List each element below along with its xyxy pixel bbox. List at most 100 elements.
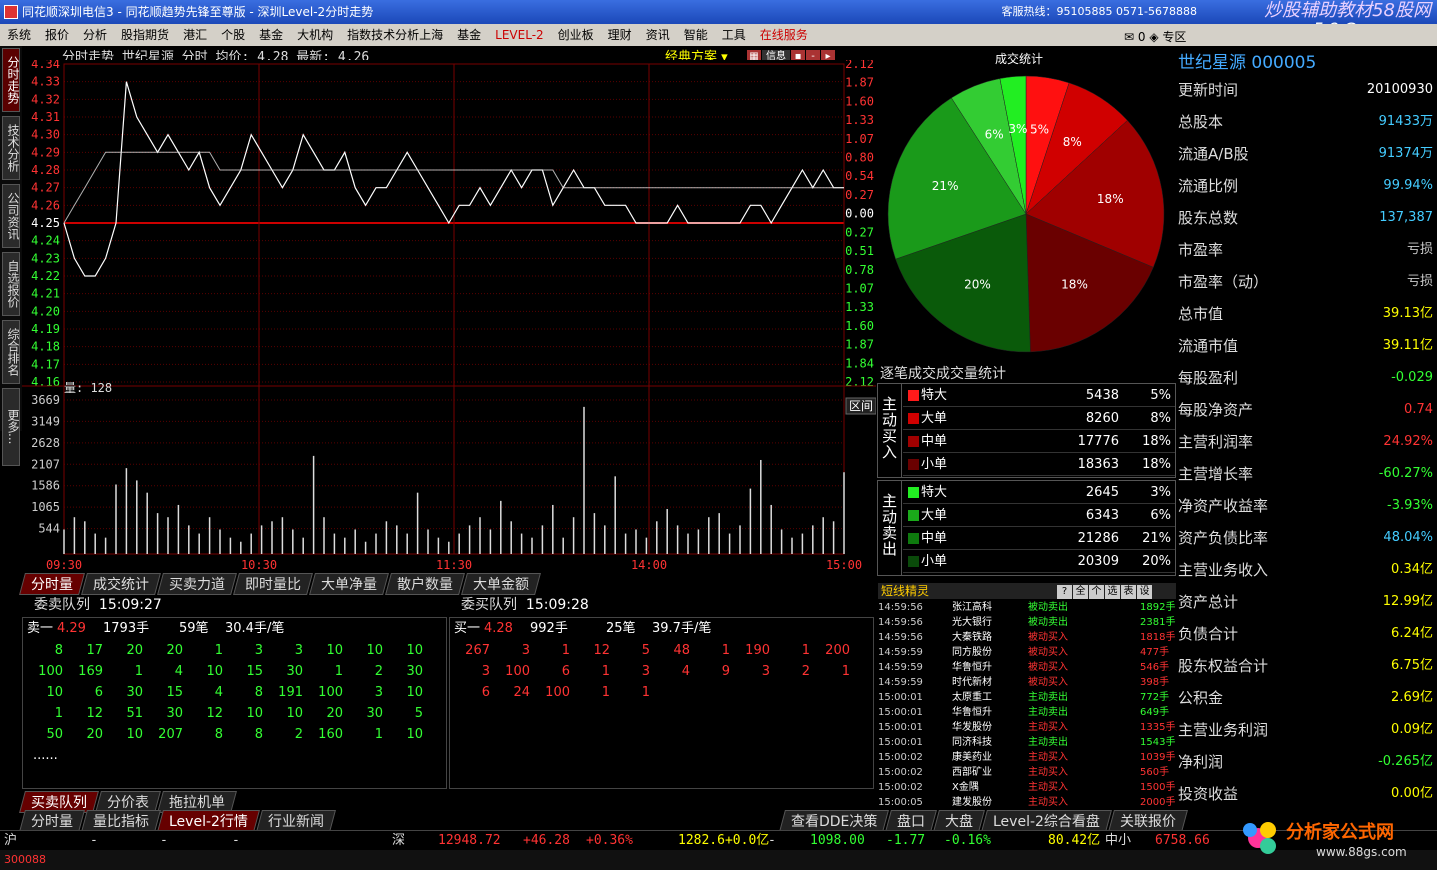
flow-swatch — [908, 390, 919, 401]
tape-row[interactable]: 15:00:02 康美药业 主动买入 1039手 — [878, 750, 1176, 765]
flow-value: 6343 — [1085, 508, 1119, 523]
menu-item[interactable]: 大机构 — [290, 24, 340, 46]
mail-indicator[interactable]: ✉ 0 ◈ 专区 — [1124, 28, 1186, 45]
tab-label: 分时量 — [31, 814, 73, 830]
flow-row: 小单 20309 20% — [903, 550, 1175, 573]
watermark-line1: 炒股辅助教材58股网 — [1264, 0, 1431, 21]
tape-row[interactable]: 15:00:01 华鲁恒升 主动卖出 649手 — [878, 705, 1176, 720]
flow-value: 18363 — [1077, 457, 1119, 472]
tab-bottom_tabs[interactable]: 大单金额 — [461, 573, 541, 595]
tape-row[interactable]: 14:59:59 同方股份 被动买入 477手 — [878, 645, 1176, 660]
left-tab[interactable]: 综合排名 — [2, 320, 20, 384]
tab-bottom_tabs[interactable]: 成交统计 — [81, 573, 161, 595]
fundamental-value: 2.69亿 — [1391, 690, 1433, 705]
fundamental-row: 公积金 2.69亿 — [1176, 682, 1437, 714]
menu-item[interactable]: 基金 — [252, 24, 290, 46]
flower-petal-3-icon — [1260, 838, 1276, 854]
tab-status_tabs2[interactable]: 分时量 — [19, 810, 85, 832]
tape-button[interactable]: 全 — [1073, 585, 1088, 599]
flow-row: 小单 18363 18% — [903, 453, 1175, 476]
tape-button[interactable]: ? — [1057, 585, 1072, 599]
menu-item[interactable]: 理财 — [601, 24, 639, 46]
tab-status_tabs2[interactable]: 行业新闻 — [255, 810, 336, 832]
menu-item[interactable]: 港汇 — [176, 24, 214, 46]
tab-bottom_tabs[interactable]: 大单净量 — [309, 573, 389, 595]
tape-button[interactable]: 设 — [1137, 585, 1152, 599]
tape-row[interactable]: 14:59:59 华鲁恒升 被动买入 546手 — [878, 660, 1176, 675]
tape-cell: 15:00:02 — [878, 752, 923, 763]
menu-item[interactable]: 智能 — [677, 24, 715, 46]
fundamental-row: 资产总计 12.99亿 — [1176, 586, 1437, 618]
tab-label: Level-2行情 — [169, 814, 248, 830]
tape-row[interactable]: 15:00:02 西部矿业 主动买入 560手 — [878, 765, 1176, 780]
flow-swatch — [908, 487, 919, 498]
tape-row[interactable]: 14:59:56 张江高科 被动卖出 1892手 — [878, 600, 1176, 615]
left-tab[interactable]: 技术分析 — [2, 116, 20, 180]
left-tab[interactable]: 更多... — [2, 388, 20, 466]
queue-cell: 30 — [286, 664, 303, 679]
tab-bottom_tabs[interactable]: 散户数量 — [385, 573, 465, 595]
tape-button[interactable]: 个 — [1089, 585, 1104, 599]
menu-item[interactable]: 分析 — [76, 24, 114, 46]
tab-bottom_tabs[interactable]: 分时量 — [19, 573, 85, 595]
left-tab[interactable]: 自选报价 — [2, 252, 20, 316]
menu-item[interactable]: 创业板 — [551, 24, 601, 46]
tape-cell: 建发股份 — [952, 797, 992, 808]
tab-status_tabs3[interactable]: 盘口 — [885, 810, 938, 832]
tape-button[interactable]: 表 — [1121, 585, 1136, 599]
tab-status_tabs2[interactable]: Level-2行情 — [157, 810, 260, 832]
tape-row[interactable]: 15:00:01 太原重工 主动卖出 772手 — [878, 690, 1176, 705]
tab-bottom_tabs[interactable]: 即时量比 — [233, 573, 313, 595]
fundamental-key: 更新时间 — [1178, 81, 1239, 99]
tape-row[interactable]: 14:59:56 大秦铁路 被动买入 1818手 — [878, 630, 1176, 645]
tape-row[interactable]: 14:59:59 时代新材 被动买入 398手 — [878, 675, 1176, 690]
menu-item[interactable]: 基金 — [450, 24, 488, 46]
tab-status_tabs3[interactable]: 大盘 — [933, 810, 986, 832]
menu-item[interactable]: 系统 — [0, 24, 38, 46]
fundamental-row: 总市值 39.13亿 — [1176, 298, 1437, 330]
pct-tick: 0.80 — [845, 151, 874, 165]
menu-item[interactable]: 报价 — [38, 24, 76, 46]
tab-status_tabs2[interactable]: 量比指标 — [81, 810, 161, 832]
sell-queue-box: 卖一 4.29 1793手 59笔 30.4手/笔 8 17 20 20 1 3 3 10 10 10 100… — [22, 617, 447, 789]
tab-status_tabs3[interactable]: 关联报价 — [1108, 810, 1189, 832]
queue-cell: 100 — [38, 664, 63, 679]
menu-item[interactable]: 资讯 — [639, 24, 677, 46]
tape-cell: 15:00:01 — [878, 722, 923, 733]
tape-cell: 14:59:56 — [878, 617, 923, 628]
tape-button[interactable]: 选 — [1105, 585, 1120, 599]
tape-row[interactable]: 15:00:02 X金隅 主动买入 1500手 — [878, 780, 1176, 795]
short-term-sprite-list[interactable]: 14:59:56 张江高科 被动卖出 1892手 14:59:56 光大银行 被动卖出 238… — [878, 600, 1176, 810]
menu-item[interactable]: 在线服务 — [753, 24, 815, 46]
stock-code-input[interactable]: 300088 — [4, 850, 46, 870]
tape-row[interactable]: 14:59:56 光大银行 被动卖出 2381手 — [878, 615, 1176, 630]
tape-row[interactable]: 15:00:05 建发股份 主动买入 2000手 — [878, 795, 1176, 810]
menu-item[interactable]: 个股 — [214, 24, 252, 46]
queue-row: 8 17 20 20 1 3 3 10 10 10 — [23, 640, 446, 661]
menu-item[interactable]: 股指期货 — [114, 24, 176, 46]
tab-status_tabs3[interactable]: Level-2综合看盘 — [981, 810, 1113, 832]
tape-cell: 2381手 — [1140, 617, 1176, 628]
queue-cell: 2 — [374, 664, 383, 679]
tape-cell: 主动卖出 — [1028, 737, 1068, 748]
queue-cell: 4 — [214, 685, 223, 700]
left-tab[interactable]: 分时走势 — [2, 48, 20, 112]
zone-label[interactable]: 专区 — [1162, 30, 1186, 44]
tab-bottom_tabs[interactable]: 买卖力道 — [157, 573, 237, 595]
tab-status_tabs3[interactable]: 查看DDE决策 — [779, 810, 890, 832]
menu-item[interactable]: 指数技术分析上海 — [340, 24, 450, 46]
intraday-chart[interactable]: 4.34 4.33 4.32 4.31 4.30 4.29 4.28 4.27 4.26 4.25… — [22, 60, 876, 572]
menu-item[interactable]: LEVEL-2 — [488, 24, 551, 46]
price-tick: 4.20 — [31, 304, 60, 318]
pie-label: 6% — [985, 128, 1004, 142]
left-tab[interactable]: 公司资讯 — [2, 184, 20, 248]
app-icon[interactable] — [4, 5, 18, 19]
tape-row[interactable]: 15:00:01 同济科技 主动卖出 1543手 — [878, 735, 1176, 750]
queue-head-avg: 39.7手/笔 — [652, 621, 712, 636]
tape-cell: 15:00:01 — [878, 707, 923, 718]
sell-queue-label: 委卖队列 15:09:27 — [34, 594, 162, 614]
flow-value: 8260 — [1085, 411, 1119, 426]
tape-row[interactable]: 15:00:01 华发股份 主动买入 1335手 — [878, 720, 1176, 735]
menu-item[interactable]: 工具 — [715, 24, 753, 46]
queue-head-name: 卖一 — [27, 621, 54, 636]
